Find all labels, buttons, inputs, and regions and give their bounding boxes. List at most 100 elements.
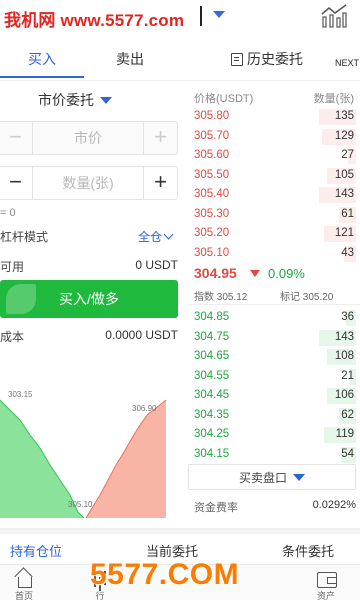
depth-chart xyxy=(0,399,167,519)
orderbook-qty-header: 数量(张) xyxy=(313,93,354,105)
ask-depth-area xyxy=(86,400,166,518)
quantity-stepper: − 数量(张) + xyxy=(0,166,178,200)
tab-active-indicator xyxy=(0,76,84,78)
row-quantity: 129 xyxy=(334,129,354,142)
buy-long-button[interactable]: 买入/做多 xyxy=(0,280,178,318)
depth-label-right: 306.90 xyxy=(132,404,157,413)
watermark-leaf xyxy=(6,284,36,314)
bid-row[interactable]: 304.15 54 xyxy=(188,446,356,463)
row-quantity: 43 xyxy=(341,246,354,259)
depth-label-left: 303.15 xyxy=(8,390,33,399)
row-quantity: 61 xyxy=(341,207,354,220)
row-quantity: 54 xyxy=(341,447,354,460)
price-increment-button[interactable]: + xyxy=(143,122,177,154)
row-price: 304.45 xyxy=(194,389,230,401)
order-type-select[interactable]: 市价委托 xyxy=(38,90,112,110)
tab-buy[interactable]: 买入 xyxy=(0,40,84,78)
next-label[interactable]: NEXT xyxy=(335,58,359,68)
ask-row[interactable]: 305.40 143 xyxy=(188,187,356,203)
ask-row[interactable]: 305.30 61 xyxy=(188,206,356,223)
watermark-bottom: 5577.COM xyxy=(90,558,240,591)
row-price: 305.40 xyxy=(194,188,230,200)
available-label: 可用 xyxy=(0,260,25,274)
quantity-decrement-button[interactable]: − xyxy=(0,167,33,199)
document-icon xyxy=(231,52,243,66)
nav-home[interactable]: 首页 xyxy=(4,569,44,600)
tab-conditional-orders[interactable]: 条件委托 xyxy=(282,541,334,560)
min-quantity-note: = 0 xyxy=(0,207,16,219)
row-price: 305.30 xyxy=(194,207,230,220)
bid-row[interactable]: 304.65 108 xyxy=(188,349,356,365)
buy-long-label: 买入/做多 xyxy=(59,291,119,307)
ask-row[interactable]: 305.70 129 xyxy=(188,128,356,145)
row-quantity: 143 xyxy=(334,188,354,200)
row-price: 304.55 xyxy=(194,369,230,382)
bid-row[interactable]: 304.75 143 xyxy=(188,329,356,346)
tab-positions[interactable]: 持有仓位 xyxy=(10,541,62,560)
bid-row[interactable]: 304.85 36 xyxy=(188,310,356,326)
row-quantity: 105 xyxy=(334,168,354,181)
ask-row[interactable]: 305.10 43 xyxy=(188,245,356,262)
trade-tabs: 买入 卖出 历史委托 xyxy=(0,40,360,78)
leverage-mode-label: 杠杆模式 xyxy=(0,230,49,244)
tab-sell[interactable]: 卖出 xyxy=(100,40,160,78)
price-change: 0.09% xyxy=(268,266,305,281)
row-price: 304.85 xyxy=(194,311,230,323)
leverage-mode-value: 全仓 xyxy=(138,230,163,244)
row-price: 305.80 xyxy=(194,110,230,122)
nav-assets-label: 资产 xyxy=(316,591,335,600)
row-price: 304.35 xyxy=(194,408,230,421)
ask-row[interactable]: 305.80 135 xyxy=(188,109,356,125)
last-price: 304.95 xyxy=(194,265,237,281)
row-quantity: 135 xyxy=(334,110,354,122)
pair-dropdown-icon[interactable] xyxy=(213,11,225,18)
row-quantity: 36 xyxy=(341,311,354,323)
available-value: 0 USDT xyxy=(135,258,178,272)
chevron-down-icon xyxy=(163,229,174,240)
row-quantity: 27 xyxy=(341,149,354,161)
row-price: 304.65 xyxy=(194,350,230,362)
bid-row[interactable]: 304.55 21 xyxy=(188,368,356,385)
row-quantity: 21 xyxy=(341,369,354,382)
row-price: 304.75 xyxy=(194,330,230,343)
kline-chart-icon[interactable] xyxy=(320,4,348,28)
depth-label-mid: 305.10 xyxy=(68,500,93,509)
tab-history-label: 历史委托 xyxy=(247,51,303,67)
top-bar: 我机网 www.5577.com xyxy=(0,0,360,38)
watermark-top: 我机网 www.5577.com xyxy=(4,11,185,30)
row-quantity: 106 xyxy=(334,389,354,401)
nav-assets[interactable]: 资产 xyxy=(306,569,346,600)
bid-row[interactable]: 304.25 119 xyxy=(188,427,356,443)
row-price: 305.70 xyxy=(194,129,230,142)
divider xyxy=(188,304,360,305)
price-input[interactable]: 市价 xyxy=(33,122,143,154)
bid-row[interactable]: 304.35 62 xyxy=(188,407,356,424)
tab-history[interactable]: 历史委托 xyxy=(222,40,312,78)
caret-down-icon xyxy=(293,473,305,481)
depth-select-label: 买卖盘口 xyxy=(238,470,287,485)
cost-value: 0.0000 USDT xyxy=(105,328,178,342)
row-quantity: 119 xyxy=(335,428,354,440)
divider xyxy=(0,80,360,81)
order-type-label: 市价委托 xyxy=(38,92,94,108)
row-quantity: 143 xyxy=(334,330,354,343)
row-price: 305.10 xyxy=(194,246,230,259)
price-stepper: − 市价 + xyxy=(0,121,178,155)
index-price: 指数 305.12 xyxy=(194,292,248,303)
orderbook-price-header: 价格(USDT) xyxy=(194,93,254,105)
ask-row[interactable]: 305.20 121 xyxy=(188,226,356,242)
quantity-increment-button[interactable]: + xyxy=(143,167,177,199)
orderbook-depth-select[interactable]: 买卖盘口 xyxy=(188,464,356,490)
cost-label: 成本 xyxy=(0,330,25,344)
price-decrement-button[interactable]: − xyxy=(0,122,33,154)
row-price: 305.50 xyxy=(194,168,230,181)
quantity-input[interactable]: 数量(张) xyxy=(33,167,143,199)
ask-row[interactable]: 305.50 105 xyxy=(188,167,356,184)
funding-rate-label: 资金费率 xyxy=(194,502,238,514)
bid-row[interactable]: 304.45 106 xyxy=(188,388,356,404)
row-price: 304.15 xyxy=(194,447,230,460)
leverage-mode-select[interactable]: 全仓 xyxy=(138,228,174,245)
mark-price: 标记 305.20 xyxy=(280,292,334,303)
row-quantity: 62 xyxy=(341,408,354,421)
ask-row[interactable]: 305.60 27 xyxy=(188,148,356,164)
